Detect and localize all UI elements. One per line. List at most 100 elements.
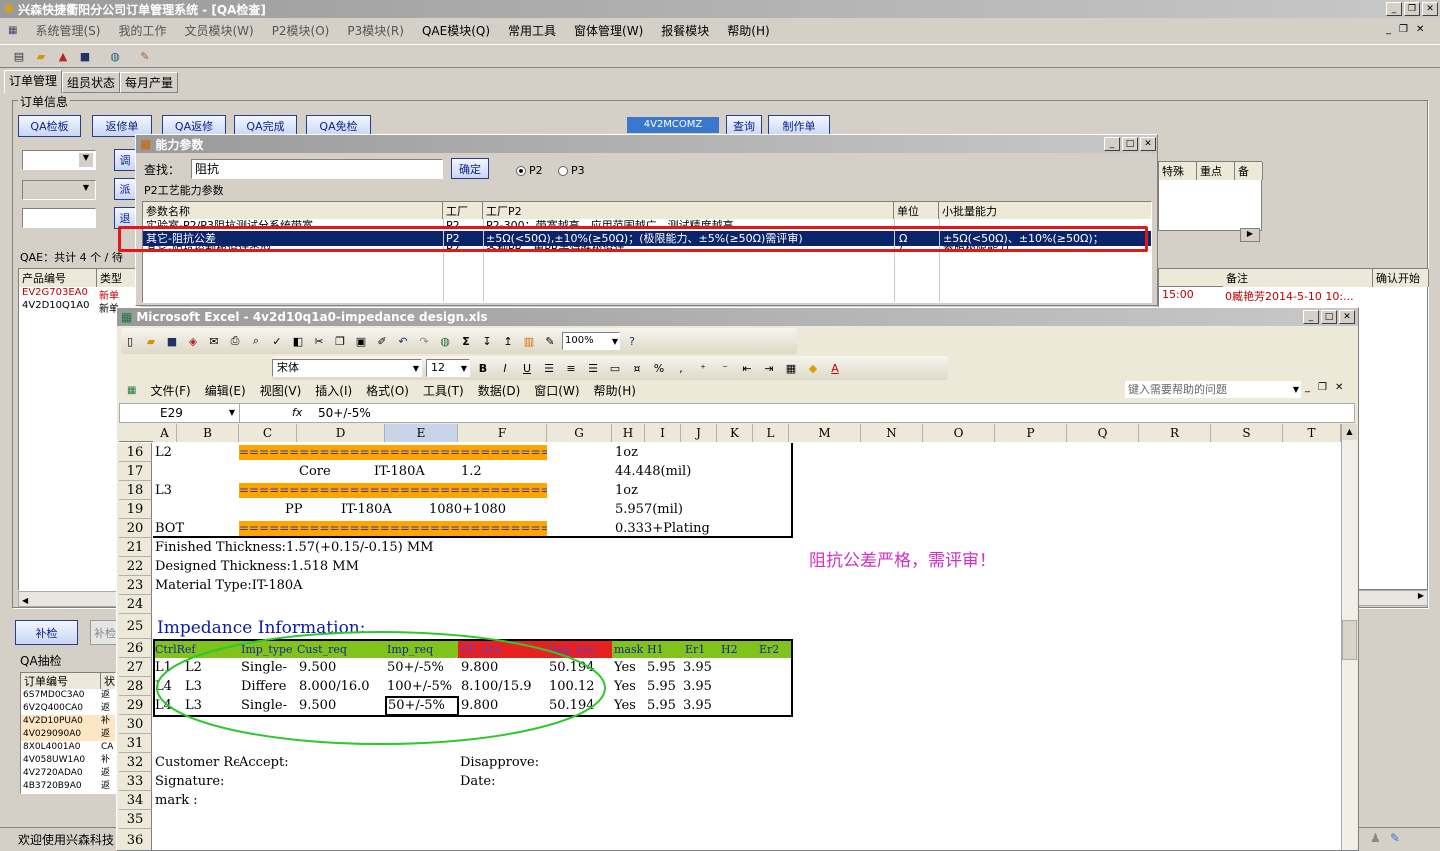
mdi-restore-button[interactable]: ❐ — [1399, 24, 1408, 35]
comma-icon[interactable]: , — [672, 359, 690, 377]
menu-meal[interactable]: 报餐模块 — [661, 22, 709, 39]
dialog-maximize-button[interactable]: □ — [1122, 137, 1138, 151]
row-header-32[interactable]: 32 — [119, 753, 152, 772]
col-header-R[interactable]: R — [1139, 424, 1211, 442]
cell-H16[interactable]: 1oz — [615, 443, 638, 462]
scroll-up-icon[interactable]: ▲ — [1342, 424, 1357, 440]
tab-monthly-output[interactable]: 每月产量 — [120, 72, 179, 93]
fx-icon[interactable]: fx — [292, 406, 302, 419]
name-box[interactable]: E29 ▼ — [120, 404, 240, 422]
cell-A16[interactable]: L2 — [155, 443, 172, 462]
print-icon[interactable]: ⎙ — [226, 332, 244, 350]
sort-ascending-icon[interactable]: ↧ — [478, 332, 496, 350]
email-icon[interactable]: ✉ — [205, 332, 223, 350]
cell-H18[interactable]: 1oz — [615, 481, 638, 500]
research-icon[interactable]: ◧ — [289, 332, 307, 350]
qa-board-button[interactable]: QA检板 — [18, 115, 81, 137]
cut-icon[interactable]: ✂ — [310, 332, 328, 350]
cell-H17[interactable]: 44.448(mil) — [615, 462, 691, 481]
col-header-B[interactable]: B — [177, 424, 239, 442]
cell-F32[interactable]: Disapprove: — [460, 753, 539, 772]
tab-member-status[interactable]: 组员状态 — [62, 72, 121, 93]
hyperlink-icon[interactable]: ◍ — [436, 332, 454, 350]
cell-E17[interactable]: 1.2 — [461, 462, 482, 481]
print-preview-icon[interactable]: ⌕ — [247, 332, 265, 350]
qa-sample-list[interactable]: 订单编号 状 6S7MD0C3A0 返 6V2Q400CA0 返 4V2D10PUA… — [20, 672, 116, 794]
col-header-T[interactable]: T — [1283, 424, 1341, 442]
row-header-16[interactable]: 16 — [119, 443, 152, 462]
col-header-type[interactable]: 类型 — [97, 269, 139, 287]
scroll-thumb[interactable] — [1342, 620, 1357, 660]
col-header-G[interactable]: G — [547, 424, 612, 442]
row-header-18[interactable]: 18 — [119, 481, 152, 500]
cell-J29[interactable]: 3.95 — [683, 696, 712, 715]
menu-my-work[interactable]: 我的工作 — [118, 22, 166, 39]
col-header-M[interactable]: M — [789, 424, 861, 442]
ability-table[interactable]: 参数名称 工厂 工厂P2 单位 小批量能力 实验室-P2/P3阻抗测试分系统带宽… — [142, 201, 1152, 303]
cell-I27[interactable]: 5.95 — [647, 658, 683, 677]
chart-wizard-icon[interactable]: ▥ — [520, 332, 538, 350]
filter-input[interactable] — [22, 208, 96, 228]
row-header-24[interactable]: 24 — [119, 595, 152, 614]
excel-menu-insert[interactable]: 插入(I) — [315, 382, 352, 399]
sample-row[interactable]: 6V2Q400CA0 返 — [21, 702, 115, 715]
menu-p2[interactable]: P2模块(O) — [272, 22, 330, 39]
excel-close-button[interactable]: ✕ — [1339, 310, 1355, 324]
excel-menu-file[interactable]: 文件(F) — [150, 382, 190, 399]
row-header-19[interactable]: 19 — [119, 500, 152, 519]
row-header-26[interactable]: 26 — [119, 639, 152, 658]
sample-row[interactable]: 4B3720B9A0 返 — [21, 780, 115, 793]
row-header-23[interactable]: 23 — [119, 576, 152, 595]
row-header-17[interactable]: 17 — [119, 462, 152, 481]
col-header-C[interactable]: C — [239, 424, 297, 442]
radio-p2[interactable]: P2 — [516, 164, 543, 177]
drawing-icon[interactable]: ✎ — [541, 332, 559, 350]
table-row[interactable]: EV2G703EA0 新单 — [19, 287, 139, 302]
mdi-close-button[interactable]: ✕ — [1416, 24, 1424, 35]
col-header-Q[interactable]: Q — [1067, 424, 1139, 442]
minimize-button[interactable]: _ — [1386, 2, 1402, 16]
col-header-special[interactable]: 特殊 — [1159, 162, 1197, 180]
col-header-I[interactable]: I — [645, 424, 681, 442]
row-header-22[interactable]: 22 — [119, 557, 152, 576]
cell-A23[interactable]: Material Type:IT-180A — [155, 576, 303, 595]
row-header-28[interactable]: 28 — [119, 677, 152, 696]
scroll-left-icon[interactable]: ◀ — [19, 596, 28, 605]
dialog-minimize-button[interactable]: _ — [1104, 137, 1120, 151]
open-icon[interactable]: ▰ — [142, 332, 160, 350]
row-header-31[interactable]: 31 — [119, 734, 152, 753]
th-er1[interactable]: Er1 — [685, 640, 705, 659]
dispatch-button-1[interactable]: 调 — [114, 149, 136, 171]
align-center-icon[interactable]: ≡ — [562, 359, 580, 377]
sample-row[interactable]: 4V2720ADA0 返 — [21, 767, 115, 780]
row-header-35[interactable]: 35 — [119, 810, 152, 829]
col-header-factory[interactable]: 工厂 — [443, 202, 483, 219]
col-header-focus[interactable]: 重点 — [1197, 162, 1235, 180]
cell-C32[interactable]: Accept: — [239, 753, 289, 772]
menu-system[interactable]: 系统管理(S) — [35, 22, 100, 39]
excel-doc-minimize-button[interactable]: _ — [1305, 382, 1310, 393]
col-header-P[interactable]: P — [995, 424, 1067, 442]
borders-icon[interactable]: ▦ — [782, 359, 800, 377]
paste-icon[interactable]: ▣ — [352, 332, 370, 350]
dispatch-button-2[interactable]: 派 — [114, 178, 136, 200]
fill-color-icon[interactable]: ◆ — [804, 359, 822, 377]
cell-C17[interactable]: Core — [299, 462, 331, 481]
menu-help[interactable]: 帮助(H) — [727, 22, 769, 39]
decrease-decimal-icon[interactable]: ⁻ — [716, 359, 734, 377]
col-header-J[interactable]: J — [681, 424, 717, 442]
col-header-A[interactable]: A — [153, 424, 177, 442]
excel-doc-restore-button[interactable]: ❐ — [1318, 382, 1327, 393]
th-er2[interactable]: Er2 — [759, 640, 779, 659]
cell-H20[interactable]: 0.333+Plating — [615, 519, 710, 538]
excel-menu-window[interactable]: 窗口(W) — [534, 382, 579, 399]
sheet-vscrollbar[interactable]: ▲ — [1341, 424, 1357, 850]
percent-icon[interactable]: % — [650, 359, 668, 377]
row-header-20[interactable]: 20 — [119, 519, 152, 538]
maximize-button[interactable]: ❐ — [1404, 2, 1420, 16]
col-header-remark[interactable]: 备 — [1235, 162, 1263, 180]
new-file-icon[interactable]: ▯ — [121, 332, 139, 350]
spelling-icon[interactable]: ✓ — [268, 332, 286, 350]
col-header-small-batch[interactable]: 小批量能力 — [939, 202, 1151, 219]
sample-row[interactable]: 8X0L4001A0 CA — [21, 741, 115, 754]
